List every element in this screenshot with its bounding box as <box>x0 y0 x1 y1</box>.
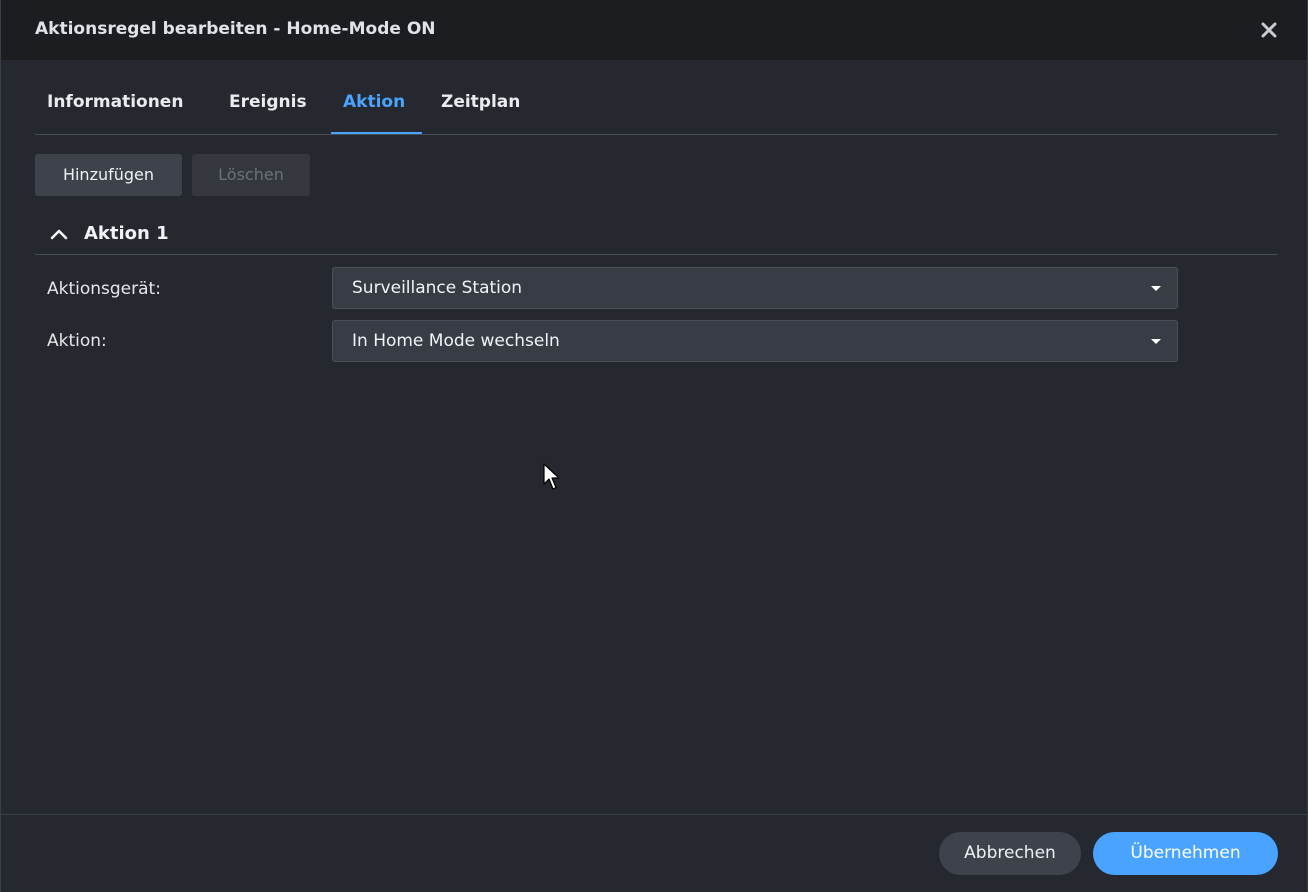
action-label: Aktion: <box>47 331 107 351</box>
title-bar: Aktionsregel bearbeiten - Home-Mode ON <box>1 0 1307 60</box>
dialog-footer: Abbrechen Übernehmen <box>1 814 1307 892</box>
tab-ereignis[interactable]: Ereignis <box>229 92 307 112</box>
action-section-header[interactable]: Aktion 1 <box>35 216 1278 255</box>
close-button[interactable] <box>1257 18 1281 42</box>
mouse-pointer-icon <box>543 463 560 490</box>
action-device-select[interactable]: Surveillance Station <box>332 267 1178 309</box>
dropdown-arrow-icon <box>1151 286 1161 291</box>
add-button[interactable]: Hinzufügen <box>35 154 182 196</box>
close-icon <box>1261 22 1277 38</box>
action-device-label: Aktionsgerät: <box>47 279 161 299</box>
apply-button[interactable]: Übernehmen <box>1093 832 1278 875</box>
section-title: Aktion 1 <box>84 223 169 244</box>
action-value: In Home Mode wechseln <box>352 331 560 351</box>
delete-button[interactable]: Löschen <box>192 154 310 196</box>
action-select[interactable]: In Home Mode wechseln <box>332 320 1178 362</box>
tab-aktion[interactable]: Aktion <box>343 92 405 112</box>
cancel-button[interactable]: Abbrechen <box>939 832 1081 875</box>
chevron-up-icon <box>50 229 68 240</box>
tab-bar: Informationen Ereignis Aktion Zeitplan <box>35 76 1278 135</box>
tab-zeitplan[interactable]: Zeitplan <box>441 92 520 112</box>
dialog-window: Aktionsregel bearbeiten - Home-Mode ON I… <box>0 0 1308 892</box>
action-device-value: Surveillance Station <box>352 278 523 298</box>
tab-informationen[interactable]: Informationen <box>47 92 183 112</box>
active-tab-indicator <box>331 132 422 134</box>
dropdown-arrow-icon <box>1151 339 1161 344</box>
dialog-title: Aktionsregel bearbeiten - Home-Mode ON <box>35 19 436 39</box>
